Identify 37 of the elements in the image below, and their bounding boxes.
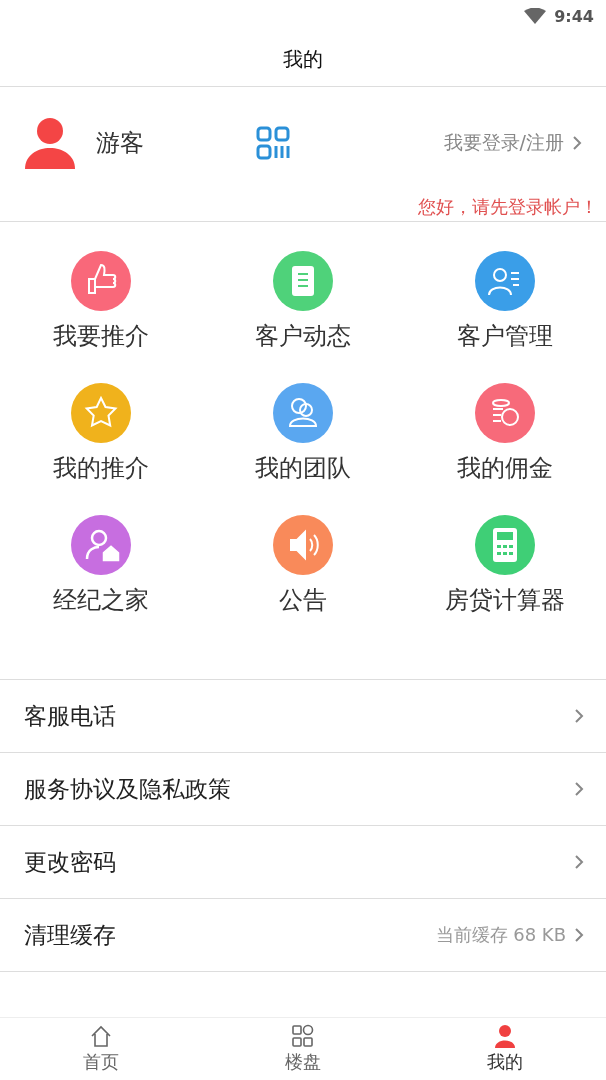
login-link[interactable]: 我要登录/注册: [443, 130, 582, 156]
feature-item[interactable]: 房贷计算器: [404, 514, 606, 616]
menu-row[interactable]: 清理缓存 当前缓存 68 KB: [0, 899, 606, 972]
chevron-right-icon: [574, 708, 584, 724]
tab[interactable]: 我的: [404, 1018, 606, 1080]
chevron-right-icon: [572, 135, 582, 151]
login-hint: 您好，请先登录帐户！: [418, 195, 599, 219]
tab[interactable]: 楼盘: [202, 1018, 404, 1080]
home-icon: [89, 1024, 113, 1048]
grid-icon: [291, 1024, 315, 1048]
person-icon: [493, 1024, 517, 1048]
menu-label: 更改密码: [24, 847, 116, 877]
qr-code-icon[interactable]: [256, 126, 290, 160]
menu-label: 客服电话: [24, 701, 116, 731]
user-name: 游客: [96, 128, 145, 159]
menu-label: 清理缓存: [24, 920, 116, 950]
menu-row[interactable]: 服务协议及隐私政策: [0, 753, 606, 826]
feature-item[interactable]: 我的佣金: [404, 382, 606, 484]
wifi-icon: [524, 8, 547, 24]
page-title: 我的: [283, 45, 323, 73]
chevron-right-icon: [574, 854, 584, 870]
avatar-icon: [24, 117, 76, 169]
menu-row[interactable]: 更改密码: [0, 826, 606, 899]
feature-item[interactable]: 我要推介: [0, 250, 202, 352]
feature-item[interactable]: 经纪之家: [0, 514, 202, 616]
feature-item[interactable]: 客户动态: [202, 250, 404, 352]
menu-row[interactable]: 客服电话: [0, 680, 606, 753]
tab[interactable]: 首页: [0, 1018, 202, 1080]
feature-item[interactable]: 公告: [202, 514, 404, 616]
feature-item[interactable]: 客户管理: [404, 250, 606, 352]
feature-item[interactable]: 我的团队: [202, 382, 404, 484]
menu-value: 当前缓存 68 KB: [435, 923, 566, 947]
feature-item[interactable]: 我的推介: [0, 382, 202, 484]
chevron-right-icon: [574, 927, 584, 943]
chevron-right-icon: [574, 781, 584, 797]
status-time: 9:44: [554, 6, 594, 26]
menu-label: 服务协议及隐私政策: [24, 774, 231, 804]
